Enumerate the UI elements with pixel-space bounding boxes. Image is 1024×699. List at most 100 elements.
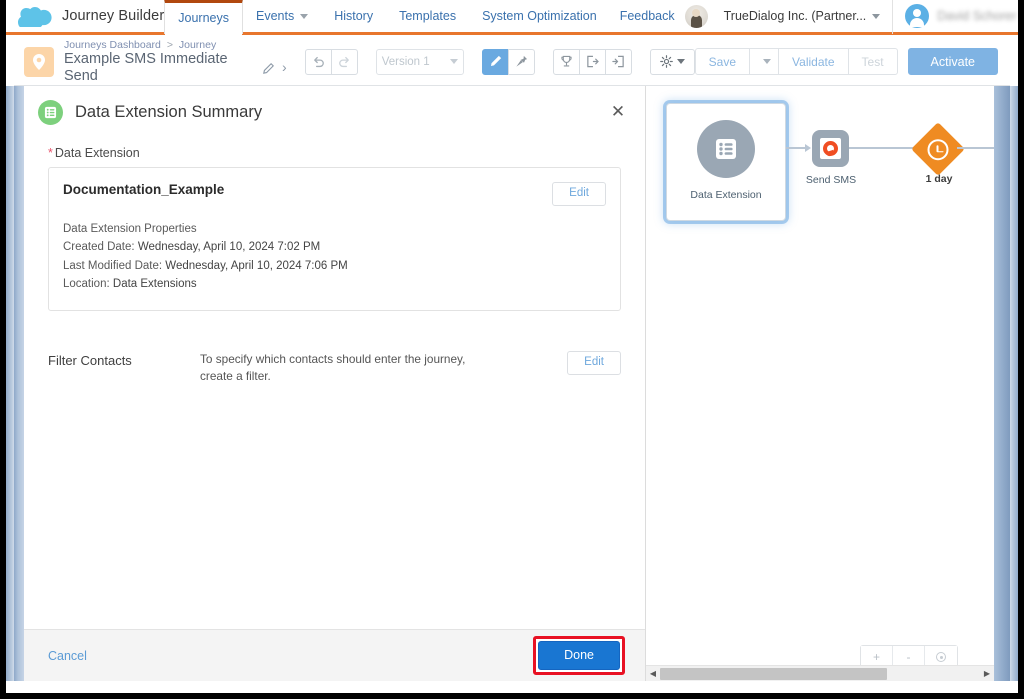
page-title: Example SMS Immediate Send <box>64 50 228 84</box>
property-key: Location: <box>63 278 110 291</box>
data-extension-properties: Data Extension Properties Created Date: … <box>63 220 606 295</box>
version-group: Version 1 <box>375 48 464 75</box>
clock-icon <box>927 138 949 160</box>
pencil-edit-icon[interactable] <box>262 62 275 74</box>
property-value: Data Extensions <box>112 278 197 291</box>
validate-button[interactable]: Validate <box>778 48 849 75</box>
exit-criteria-icon-button[interactable] <box>578 48 606 75</box>
scrollbar-track[interactable] <box>660 666 980 682</box>
done-button-highlight: Done <box>533 636 625 675</box>
undo-redo-group <box>304 48 358 75</box>
canvas-node-send-sms[interactable] <box>812 130 849 167</box>
settings-gear-button[interactable] <box>649 48 695 75</box>
version-select[interactable]: Version 1 <box>375 48 464 75</box>
settings-group <box>649 48 695 75</box>
property-row: Last Modified Date: Wednesday, April 10,… <box>63 257 606 276</box>
chevron-right-icon[interactable]: › <box>282 59 287 75</box>
brand: Journey Builder <box>0 0 164 34</box>
cancel-button[interactable]: Cancel <box>48 649 87 663</box>
tab-events[interactable]: Events <box>243 0 321 34</box>
nav-right-group: Feedback TrueDialog Inc. (Partner... Dav… <box>610 0 1024 34</box>
scroll-right-arrow-icon[interactable]: ▶ <box>980 666 994 682</box>
journey-toolbar: Journeys Dashboard > Journey Example SMS… <box>14 38 1010 86</box>
chevron-down-icon <box>872 13 881 19</box>
canvas-node-data-extension[interactable]: Data Extension <box>666 103 786 221</box>
done-button[interactable]: Done <box>538 641 620 670</box>
data-extension-summary-panel: Data Extension Summary ✕ * Data Extension… <box>24 86 646 681</box>
panel-header: Data Extension Summary ✕ <box>24 86 645 138</box>
breadcrumb-child: Journey <box>178 38 217 51</box>
breadcrumb: Journeys Dashboard > Journey Example SMS… <box>14 39 287 84</box>
property-value: Wednesday, April 10, 2024 7:02 PM <box>137 241 321 254</box>
data-extension-card-header: Documentation_Example Edit <box>63 182 606 206</box>
user-menu-label: David Schorer <box>937 9 1017 23</box>
goal-trophy-icon-button[interactable] <box>552 48 580 75</box>
property-key: Last Modified Date: <box>63 259 163 272</box>
filter-contacts-row: Filter Contacts To specify which contact… <box>48 351 621 385</box>
tab-templates[interactable]: Templates <box>386 0 469 34</box>
window-bottom-border <box>0 693 1024 699</box>
zoom-reset-icon <box>936 652 946 662</box>
test-button: Test <box>847 48 898 75</box>
edit-data-extension-button[interactable]: Edit <box>552 182 606 206</box>
breadcrumb-separator: > <box>166 38 173 51</box>
tab-journeys-label: Journeys <box>178 11 229 25</box>
scroll-left-arrow-icon[interactable]: ◀ <box>646 666 660 682</box>
canvas-horizontal-scrollbar[interactable]: ◀ ▶ <box>646 665 994 681</box>
breadcrumb-parent[interactable]: Journeys Dashboard <box>64 39 161 51</box>
panel-title: Data Extension Summary <box>75 102 263 121</box>
pin-canvas-button[interactable] <box>507 48 535 75</box>
tab-history[interactable]: History <box>321 0 386 34</box>
connector-de-to-sms <box>786 147 806 149</box>
scrollbar-thumb[interactable] <box>660 667 888 680</box>
edit-mode-button[interactable] <box>481 48 509 75</box>
feedback-link[interactable]: Feedback <box>610 9 685 23</box>
org-selector[interactable]: TrueDialog Inc. (Partner... <box>718 9 893 23</box>
org-selector-label: TrueDialog Inc. (Partner... <box>723 9 867 23</box>
data-extension-field-label-text: Data Extension <box>54 146 140 160</box>
tab-history-label: History <box>334 9 374 23</box>
chevron-down-icon <box>763 59 772 64</box>
journey-canvas[interactable]: Data Extension Send SMS 1 day + - <box>646 86 994 681</box>
sms-ring-glyph <box>823 141 838 156</box>
save-button[interactable]: Save <box>694 48 751 75</box>
property-value: Wednesday, April 10, 2024 7:06 PM <box>165 259 348 272</box>
workspace-left-edge <box>14 86 24 681</box>
close-icon[interactable]: ✕ <box>605 99 631 125</box>
chevron-down-icon <box>300 13 309 19</box>
chevron-down-icon <box>449 59 458 64</box>
page-left-strip <box>6 86 14 681</box>
property-key: Created Date: <box>63 241 135 254</box>
tab-templates-label: Templates <box>399 9 457 23</box>
breadcrumb-path: Journeys Dashboard > Journey <box>64 39 287 51</box>
breadcrumb-text: Journeys Dashboard > Journey Example SMS… <box>64 39 287 84</box>
connector-arrow-icon <box>805 144 811 152</box>
save-dropdown-button[interactable] <box>749 48 780 75</box>
activate-button[interactable]: Activate <box>907 48 998 75</box>
entry-source-icon-button[interactable] <box>604 48 632 75</box>
filter-contacts-label: Filter Contacts <box>48 353 132 368</box>
data-extension-field-label: * Data Extension <box>48 146 621 160</box>
tab-system-optimization[interactable]: System Optimization <box>469 0 610 34</box>
location-pin-icon <box>24 46 54 77</box>
required-asterisk: * <box>48 146 53 160</box>
toolbar-actions: Save Validate Test Activate <box>694 48 1010 75</box>
canvas-node-send-sms-label: Send SMS <box>805 174 857 186</box>
mode-group <box>481 48 535 75</box>
edit-filter-button[interactable]: Edit <box>567 351 621 375</box>
canvas-node-wait[interactable] <box>911 122 965 176</box>
redo-button[interactable] <box>330 48 358 75</box>
salesforce-cloud-icon <box>18 6 52 27</box>
tab-journeys[interactable]: Journeys <box>164 0 243 37</box>
canvas-node-data-extension-label: Data Extension <box>690 189 762 201</box>
chevron-down-icon <box>676 59 685 64</box>
panel-body: * Data Extension Documentation_Example Ed… <box>24 138 645 629</box>
tab-system-optimization-label: System Optimization <box>482 9 597 23</box>
workspace: Data Extension Summary ✕ * Data Extension… <box>14 86 1010 681</box>
connector-wait-onward <box>957 147 994 149</box>
property-row: Location: Data Extensions <box>63 275 606 294</box>
canvas-node-wait-label: 1 day <box>925 173 953 185</box>
undo-button[interactable] <box>304 48 332 75</box>
filter-contacts-description: To specify which contacts should enter t… <box>200 352 466 384</box>
user-menu[interactable]: David Schorer <box>892 0 1024 34</box>
